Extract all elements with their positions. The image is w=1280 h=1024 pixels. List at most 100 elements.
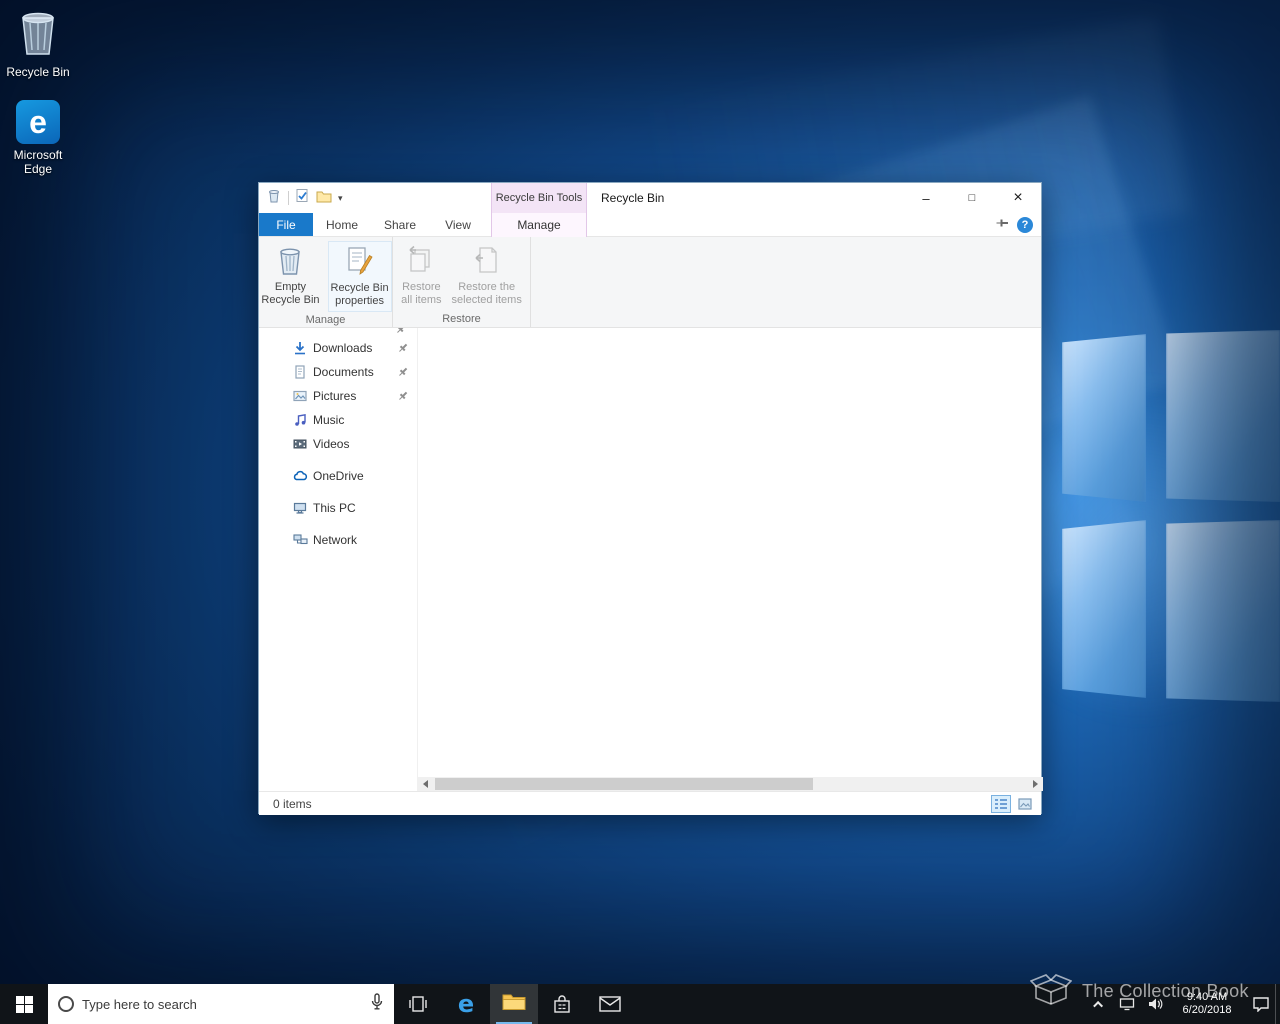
minimize-button[interactable]: – — [903, 183, 949, 213]
nav-item-pictures[interactable]: Pictures — [259, 384, 417, 408]
scrollbar-track[interactable] — [433, 777, 1028, 791]
nav-item-partial — [259, 328, 417, 336]
taskbar-search-box[interactable] — [48, 984, 394, 1024]
large-icons-view-button[interactable] — [1015, 795, 1035, 813]
tab-home[interactable]: Home — [313, 213, 371, 236]
nav-item-label: Pictures — [313, 389, 356, 403]
button-label-line2: selected items — [452, 294, 522, 306]
nav-item-label: OneDrive — [313, 469, 364, 483]
nav-item-documents[interactable]: Documents — [259, 360, 417, 384]
tab-share[interactable]: Share — [371, 213, 429, 236]
desktop-icon-label: Microsoft Edge — [0, 148, 76, 176]
network-tray-icon[interactable] — [1113, 984, 1141, 1024]
navigation-pane: Downloads Documents — [259, 328, 418, 791]
pin-icon — [397, 390, 409, 405]
help-icon[interactable]: ? — [1017, 217, 1033, 233]
scrollbar-thumb[interactable] — [435, 778, 813, 790]
nav-group-gap — [259, 488, 417, 496]
left-arrow-icon — [423, 780, 428, 788]
taskbar-clock[interactable]: 9:40 AM 6/20/2018 — [1169, 991, 1247, 1017]
restore-selected-items-button[interactable]: Restore the selected items — [450, 241, 524, 310]
ribbon-group-buttons: Empty Recycle Bin — [259, 237, 392, 312]
ribbon-group-label: Manage — [259, 312, 392, 327]
horizontal-scrollbar[interactable] — [418, 777, 1043, 791]
windows-logo-icon — [16, 996, 33, 1013]
nav-item-onedrive[interactable]: OneDrive — [259, 464, 417, 488]
nav-item-this-pc[interactable]: This PC — [259, 496, 417, 520]
details-view-button[interactable] — [991, 795, 1011, 813]
pin-icon — [397, 366, 409, 381]
button-label-line2: all items — [401, 294, 441, 306]
start-button[interactable] — [0, 984, 48, 1024]
nav-item-network[interactable]: Network — [259, 528, 417, 552]
button-label-line1: Restore the — [458, 281, 515, 293]
music-icon — [293, 413, 307, 427]
title-bar[interactable]: ▾ Recycle Bin Tools Recycle Bin – □ × — [259, 183, 1041, 213]
nav-item-downloads[interactable]: Downloads — [259, 336, 417, 360]
chevron-up-icon — [1093, 1000, 1103, 1010]
action-center-button[interactable] — [1247, 984, 1275, 1024]
window-logo-pane — [1166, 330, 1280, 502]
volume-tray-icon[interactable] — [1141, 984, 1169, 1024]
hidden-icons-chevron[interactable] — [1085, 984, 1113, 1024]
screen: Recycle Bin e Microsoft Edge — [0, 0, 1280, 1024]
file-list-area[interactable] — [418, 328, 1041, 791]
desktop-icon-label: Recycle Bin — [6, 65, 69, 79]
close-button[interactable]: × — [995, 183, 1041, 213]
ribbon-group-buttons: Restore all items — [393, 237, 530, 310]
restore-all-items-icon — [406, 244, 436, 281]
maximize-button[interactable]: □ — [949, 183, 995, 213]
recycle-bin-properties-button[interactable]: Recycle Bin properties — [328, 241, 392, 312]
explorer-window: ▾ Recycle Bin Tools Recycle Bin – □ × Fi… — [258, 182, 1042, 814]
ribbon-group-label: Restore — [393, 310, 530, 327]
pin-ribbon-icon[interactable] — [995, 216, 1009, 235]
pin-icon — [397, 342, 409, 357]
tab-view[interactable]: View — [429, 213, 487, 236]
taskbar-file-explorer-button[interactable] — [490, 984, 538, 1024]
taskbar-mail-button[interactable] — [586, 984, 634, 1024]
nav-item-label: Videos — [313, 437, 349, 451]
new-folder-icon[interactable] — [316, 189, 332, 208]
scroll-right-arrow[interactable] — [1028, 777, 1043, 791]
window-body: Downloads Documents — [259, 328, 1041, 791]
ribbon-tab-row: File Home Share View Manage ? — [259, 213, 1041, 237]
search-input[interactable] — [82, 997, 362, 1012]
edge-letter: e — [29, 104, 47, 141]
qat-divider — [288, 191, 289, 205]
taskbar-edge-button[interactable]: e — [442, 984, 490, 1024]
microphone-icon[interactable] — [370, 993, 384, 1016]
app-icon — [266, 188, 282, 209]
window-title: Recycle Bin — [601, 183, 664, 213]
desktop-icon-recycle-bin[interactable]: Recycle Bin — [0, 6, 76, 79]
window-logo-pane — [1062, 334, 1146, 502]
nav-item-videos[interactable]: Videos — [259, 432, 417, 456]
empty-recycle-bin-button[interactable]: Empty Recycle Bin — [259, 241, 321, 310]
show-desktop-button[interactable] — [1275, 984, 1280, 1024]
restore-all-items-button[interactable]: Restore all items — [399, 241, 443, 310]
properties-icon[interactable] — [295, 188, 310, 208]
window-logo-pane — [1166, 520, 1280, 702]
task-view-button[interactable] — [394, 984, 442, 1024]
desktop-icon-microsoft-edge[interactable]: e Microsoft Edge — [0, 100, 76, 176]
clock-date: 6/20/2018 — [1169, 1004, 1245, 1017]
nav-item-label: Downloads — [313, 341, 372, 355]
nav-group-gap — [259, 456, 417, 464]
onedrive-icon — [293, 469, 307, 483]
clock-time: 9:40 AM — [1169, 991, 1245, 1004]
nav-item-label: Network — [313, 533, 357, 547]
window-controls: – □ × — [903, 183, 1041, 213]
taskbar-store-button[interactable] — [538, 984, 586, 1024]
videos-icon — [293, 437, 307, 451]
view-toggle-buttons — [991, 795, 1035, 813]
nav-item-music[interactable]: Music — [259, 408, 417, 432]
tab-manage[interactable]: Manage — [491, 213, 587, 237]
scroll-left-arrow[interactable] — [418, 777, 433, 791]
tab-file[interactable]: File — [259, 213, 313, 236]
status-bar: 0 items — [259, 791, 1041, 815]
file-explorer-icon — [502, 992, 526, 1017]
edge-icon: e — [16, 100, 60, 144]
button-label-line1: Empty — [275, 281, 306, 293]
button-label-line2: Recycle Bin — [261, 294, 319, 306]
qat-customize-chevron-icon[interactable]: ▾ — [338, 193, 343, 204]
restore-selected-items-icon — [472, 244, 502, 281]
